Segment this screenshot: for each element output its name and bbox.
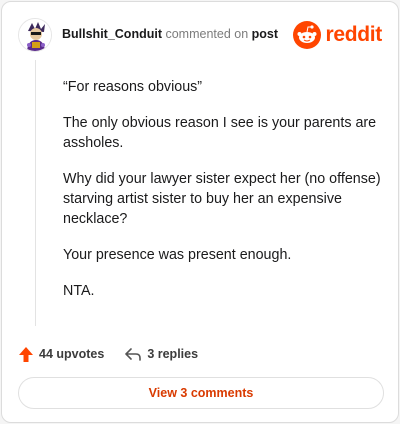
avatar-image [19,19,51,51]
comment-paragraph: NTA. [63,283,95,299]
comment-paragraph: Why did your lawyer sister expect her (n… [63,171,381,227]
action-text: commented on [165,27,249,41]
view-comments-button[interactable]: View 3 comments [18,377,384,409]
replies-button[interactable]: 3 replies [124,346,198,362]
upvote-arrow-icon [19,346,33,362]
upvote-button[interactable]: 44 upvotes [18,346,104,363]
author-link[interactable]: Bullshit_Conduit [62,27,162,41]
reddit-logo[interactable]: reddit [293,20,382,50]
comment-body: “For reasons obvious” The only obvious r… [63,77,381,317]
comment-card: Bullshit_Conduit commented on post reddi… [1,1,399,423]
comment-actions: 44 upvotes 3 replies [18,344,198,364]
comment-paragraph: The only obvious reason I see is your pa… [63,115,377,151]
comment-paragraph: Your presence was present enough. [63,247,292,263]
comment-paragraph: “For reasons obvious” [63,79,203,95]
avatar[interactable] [18,18,52,52]
reply-count: 3 replies [147,347,199,361]
comment-header: Bullshit_Conduit commented on post reddi… [18,18,382,52]
reply-arrow-icon [125,348,142,361]
reddit-snoo-icon [293,21,322,49]
upvote-count: 44 upvotes [39,347,105,361]
thread-line [35,60,36,326]
reddit-wordmark: reddit [325,23,382,46]
post-link[interactable]: post [252,27,278,41]
comment-meta: Bullshit_Conduit commented on post [62,27,278,41]
